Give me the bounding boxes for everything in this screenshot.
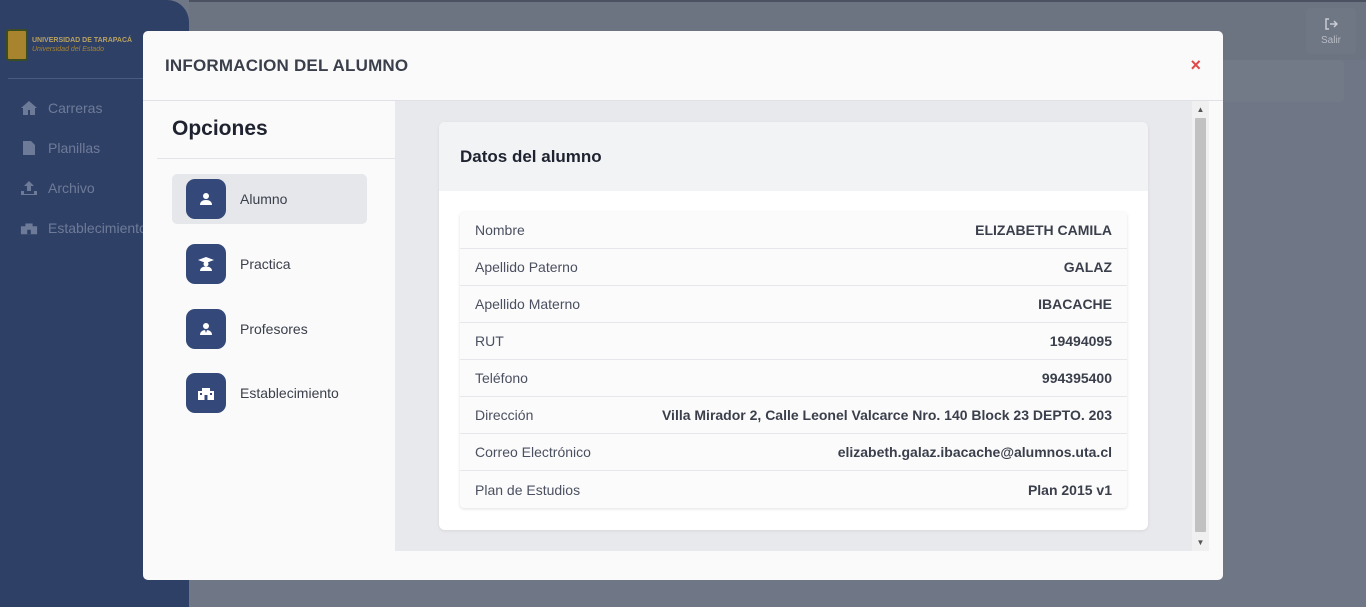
sidebar-item-carreras[interactable]: Carreras	[20, 100, 102, 116]
field-label: Nombre	[475, 222, 525, 238]
field-value: GALAZ	[1063, 259, 1112, 275]
option-label: Establecimiento	[240, 385, 339, 401]
sidebar-item-label: Carreras	[48, 100, 103, 116]
options-divider	[157, 158, 395, 159]
table-row: Plan de Estudios Plan 2015 v1	[460, 471, 1127, 508]
option-label: Alumno	[240, 191, 288, 207]
field-value: 994395400	[1041, 370, 1112, 386]
table-row: RUT 19494095	[460, 323, 1127, 360]
user-icon	[186, 179, 226, 219]
field-value: Plan 2015 v1	[1027, 481, 1112, 498]
option-label: Profesores	[240, 321, 308, 337]
option-practica[interactable]: Practica	[172, 239, 367, 289]
document-icon	[20, 140, 38, 156]
field-label: Apellido Materno	[475, 296, 581, 312]
options-title: Opciones	[172, 117, 268, 140]
options-pane: Opciones Alumno Practica Profesores Esta…	[157, 101, 395, 550]
field-value: Villa Mirador 2, Calle Leonel Valcarce N…	[661, 407, 1112, 423]
modal-title: INFORMACION DEL ALUMNO	[165, 55, 409, 75]
table-row: Correo Electrónico elizabeth.galaz.ibaca…	[460, 434, 1127, 471]
field-label: Apellido Paterno	[475, 259, 578, 275]
upload-icon	[20, 180, 38, 196]
university-logo	[6, 29, 28, 61]
content-pane: Datos del alumno Nombre ELIZABETH CAMILA…	[395, 101, 1209, 551]
modal-header: INFORMACION DEL ALUMNO ×	[143, 31, 1223, 101]
sidebar-item-label: Establecimiento	[48, 220, 147, 236]
option-label: Practica	[240, 256, 291, 272]
option-profesores[interactable]: Profesores	[172, 304, 367, 354]
scroll-down-icon[interactable]: ▼	[1192, 534, 1209, 551]
scroll-thumb[interactable]	[1195, 118, 1206, 532]
field-label: Plan de Estudios	[475, 481, 581, 498]
field-label: Dirección	[475, 407, 534, 423]
field-value: elizabeth.galaz.ibacache@alumnos.uta.cl	[837, 444, 1112, 460]
student-info-modal: INFORMACION DEL ALUMNO × Opciones Alumno…	[143, 31, 1223, 580]
logout-label: Salir	[1320, 34, 1341, 46]
teacher-icon	[186, 309, 226, 349]
table-row: Nombre ELIZABETH CAMILA	[460, 212, 1127, 249]
option-establecimiento[interactable]: Establecimiento	[172, 368, 367, 418]
field-value: 19494095	[1049, 333, 1112, 349]
school-icon	[186, 373, 226, 413]
student-data-table: Nombre ELIZABETH CAMILA Apellido Paterno…	[460, 212, 1127, 508]
modal-body: Opciones Alumno Practica Profesores Esta…	[143, 101, 1223, 580]
sidebar-item-establecimiento[interactable]: Establecimiento	[20, 220, 147, 236]
graduate-icon	[186, 244, 226, 284]
student-data-card: Datos del alumno Nombre ELIZABETH CAMILA…	[439, 122, 1148, 530]
building-icon	[20, 220, 38, 236]
field-label: RUT	[475, 333, 504, 349]
sidebar-item-archivo[interactable]: Archivo	[20, 180, 95, 196]
field-value: ELIZABETH CAMILA	[975, 222, 1112, 238]
brand-name: UNIVERSIDAD DE TARAPACÁ	[32, 37, 133, 44]
secondary-bar	[1215, 60, 1344, 102]
brand-subtitle: Universidad del Estado	[32, 46, 104, 53]
table-row: Dirección Villa Mirador 2, Calle Leonel …	[460, 397, 1127, 434]
logout-icon	[1325, 17, 1338, 30]
table-row: Apellido Paterno GALAZ	[460, 249, 1127, 286]
field-value: IBACACHE	[1038, 296, 1112, 312]
option-alumno[interactable]: Alumno	[172, 174, 367, 224]
brand: UNIVERSIDAD DE TARAPACÁ Universidad del …	[6, 28, 132, 62]
table-row: Apellido Materno IBACACHE	[460, 286, 1127, 323]
field-label: Teléfono	[475, 370, 528, 386]
sidebar-item-label: Archivo	[48, 180, 95, 196]
sidebar-item-planillas[interactable]: Planillas	[20, 140, 100, 156]
logout-button[interactable]: Salir	[1306, 8, 1356, 54]
close-icon[interactable]: ×	[1190, 55, 1201, 76]
scroll-up-icon[interactable]: ▲	[1192, 101, 1209, 118]
field-label: Correo Electrónico	[475, 444, 591, 460]
sidebar-item-label: Planillas	[48, 140, 101, 156]
card-title: Datos del alumno	[439, 122, 1148, 191]
table-row: Teléfono 994395400	[460, 360, 1127, 397]
home-icon	[20, 100, 38, 116]
content-scrollbar[interactable]: ▲ ▼	[1192, 101, 1209, 551]
